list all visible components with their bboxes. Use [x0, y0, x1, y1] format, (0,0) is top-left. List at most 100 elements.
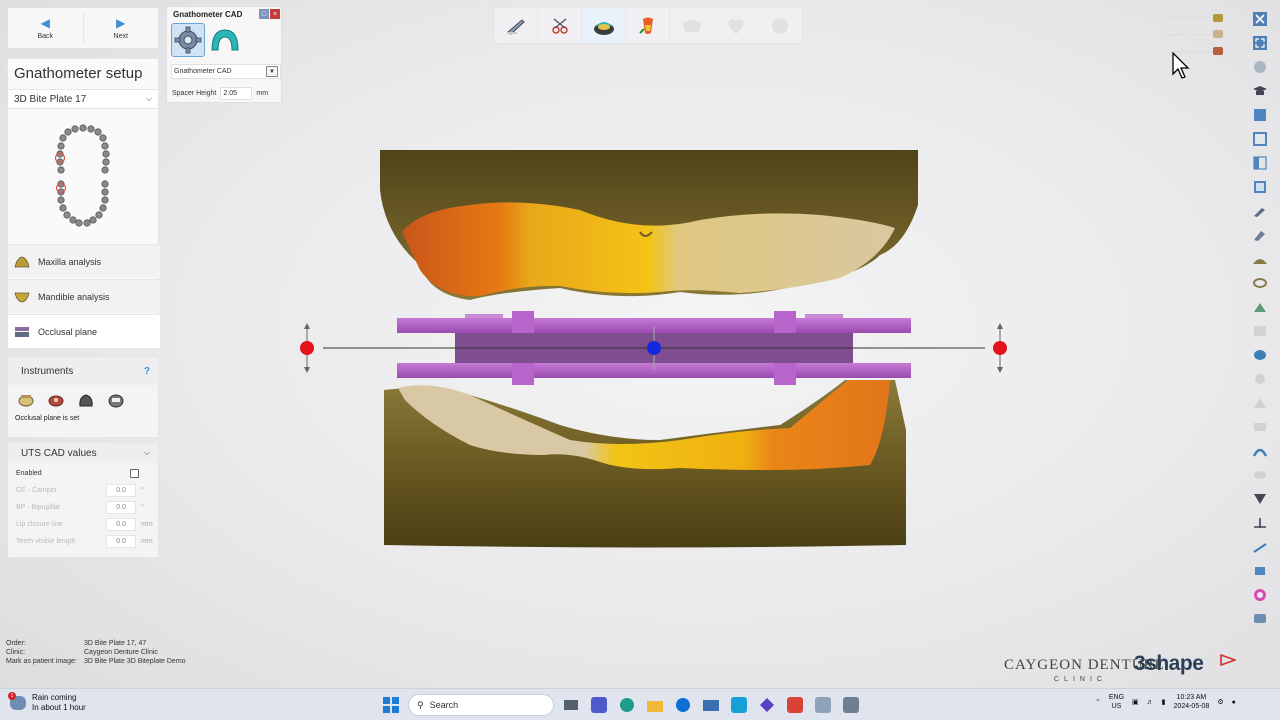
back-button[interactable]: ◀ Back: [8, 8, 83, 48]
tool-measure-icon[interactable]: [1249, 536, 1271, 558]
tool-plane-icon[interactable]: [1249, 512, 1271, 534]
maxilla-analysis-item[interactable]: Maxilla analysis: [8, 244, 160, 278]
tool-disabled-5-icon[interactable]: [1249, 464, 1271, 486]
uts-value-field[interactable]: 0.0: [106, 484, 136, 497]
arch-plate-icon[interactable]: [208, 23, 242, 57]
view-back-icon[interactable]: [1249, 128, 1271, 150]
chevron-up-icon[interactable]: ⌃: [1095, 698, 1101, 706]
mandible-analysis-item[interactable]: Mandible analysis: [8, 279, 160, 313]
arrow-left-icon: ◀: [40, 15, 50, 30]
view-left-icon[interactable]: [1249, 152, 1271, 174]
tool-lips-icon[interactable]: [44, 389, 68, 411]
uts-header[interactable]: UTS CAD values ⌵: [8, 443, 158, 463]
dental-arch-icon[interactable]: [48, 123, 118, 231]
slider-handle-lower[interactable]: [1213, 47, 1223, 55]
app-purple-icon[interactable]: [756, 694, 778, 716]
instruments-title: Instruments: [21, 365, 74, 377]
enabled-checkbox[interactable]: [130, 469, 139, 478]
tool-mouth-icon[interactable]: [104, 389, 128, 411]
right-plane-handle[interactable]: [993, 323, 1007, 373]
tool-arch-icon[interactable]: [1249, 440, 1271, 462]
lower-jaw-model[interactable]: [384, 380, 906, 548]
volume-icon[interactable]: ♬: [1147, 699, 1154, 706]
color-wheel-icon[interactable]: [1249, 584, 1271, 606]
instrument-tools: [8, 385, 158, 415]
3d-viewport[interactable]: [300, 140, 1020, 560]
left-plane-handle[interactable]: [300, 323, 314, 373]
tool-jaw-icon[interactable]: [1249, 344, 1271, 366]
cut-tool-icon[interactable]: [538, 8, 582, 43]
slider-handle-upper[interactable]: [1213, 14, 1223, 22]
app-red-icon[interactable]: [784, 694, 806, 716]
denture-base-icon[interactable]: [670, 8, 714, 43]
tool-wax-icon[interactable]: [1249, 248, 1271, 270]
gnathometer-tool-icon[interactable]: [582, 8, 626, 43]
file-explorer-icon[interactable]: [644, 694, 666, 716]
taskbar-search[interactable]: ⚲ Search: [408, 694, 554, 716]
task-view-icon[interactable]: [560, 694, 582, 716]
tool-disabled-2-icon[interactable]: [1249, 368, 1271, 390]
spacer-height-input[interactable]: 2.05: [220, 87, 253, 100]
finish-tool-icon[interactable]: [714, 8, 758, 43]
tool-grey-icon[interactable]: [74, 389, 98, 411]
arrow-right-icon: ▶: [116, 15, 126, 30]
tool-triangle-icon[interactable]: [1249, 488, 1271, 510]
network-icon[interactable]: ▣: [1132, 698, 1139, 706]
export-tool-icon[interactable]: [758, 8, 802, 43]
tool-disabled-3-icon[interactable]: [1249, 392, 1271, 414]
fullscreen-icon[interactable]: [1249, 32, 1271, 54]
uts-value-field[interactable]: 0.0: [106, 501, 136, 514]
occlusal-plane-item[interactable]: Occlusal plane: [8, 314, 160, 348]
view-right-icon[interactable]: [1249, 176, 1271, 198]
tool-model-icon[interactable]: [1249, 296, 1271, 318]
panel-title: Gnathometer setup: [14, 65, 143, 82]
cad-type-select[interactable]: Gnathometer CAD ▼: [171, 64, 281, 79]
upper-jaw-model[interactable]: [380, 150, 918, 300]
tool-print-icon[interactable]: [1249, 560, 1271, 582]
clock[interactable]: 10:23 AM 2024-05-08: [1174, 693, 1210, 711]
slider-plate[interactable]: [1166, 34, 1214, 36]
teamviewer-icon[interactable]: [672, 694, 694, 716]
view-front-icon[interactable]: [1249, 104, 1271, 126]
next-button[interactable]: ▶ Next: [84, 8, 159, 48]
scan-tool-icon[interactable]: [494, 8, 538, 43]
copilot-icon[interactable]: ●: [1232, 699, 1236, 706]
teams-icon[interactable]: [588, 694, 610, 716]
gear-icon[interactable]: [171, 23, 205, 57]
language-indicator[interactable]: ENG US: [1109, 693, 1124, 711]
slider-upper[interactable]: [1166, 17, 1214, 19]
uts-value-field[interactable]: 0.0: [106, 535, 136, 548]
dental-system-icon[interactable]: [840, 694, 862, 716]
tool-plate-icon[interactable]: [14, 389, 38, 411]
weather-widget[interactable]: 1 Rain coming In about 1 hour: [8, 692, 86, 713]
dental-app-icon[interactable]: [812, 694, 834, 716]
close-icon[interactable]: ×: [270, 9, 280, 19]
mark-value: 3D Bite Plate 3D Biteplate Demo: [84, 657, 186, 665]
bite-plate-select[interactable]: 3D Bite Plate 17 ⌵: [8, 89, 158, 109]
tool-chat-icon[interactable]: [1249, 608, 1271, 630]
instruments-panel: Instruments ? Occlusal plane is set: [7, 356, 159, 438]
close-icon[interactable]: [1249, 8, 1271, 30]
tool-ring-icon[interactable]: [1249, 272, 1271, 294]
pin-icon[interactable]: □: [259, 9, 269, 19]
windows-start-icon[interactable]: [380, 694, 402, 716]
chevron-down-icon: ⌵: [143, 448, 150, 457]
graduation-cap-icon[interactable]: [1249, 80, 1271, 102]
taskbar: 1 Rain coming In about 1 hour ⚲ Search ⌃…: [0, 688, 1280, 720]
maxilla-analysis-label: Maxilla analysis: [38, 256, 102, 267]
help-icon[interactable]: ?: [144, 366, 150, 377]
mail-icon[interactable]: [700, 694, 722, 716]
battery-icon[interactable]: ▮: [1162, 698, 1166, 706]
edge-icon[interactable]: [616, 694, 638, 716]
app-c-icon[interactable]: [728, 694, 750, 716]
uts-unit: °: [141, 487, 144, 494]
tool-disabled-1-icon[interactable]: [1249, 320, 1271, 342]
teeth-setup-icon[interactable]: [626, 8, 670, 43]
settings-gear-icon[interactable]: ⚙: [1217, 698, 1223, 706]
tool-brush-icon[interactable]: [1249, 200, 1271, 222]
uts-value-field[interactable]: 0.0: [106, 518, 136, 531]
tool-disabled-4-icon[interactable]: [1249, 416, 1271, 438]
tool-sculpt-icon[interactable]: [1249, 224, 1271, 246]
view-options-icon[interactable]: [1249, 56, 1271, 78]
slider-handle-plate[interactable]: [1213, 30, 1223, 38]
